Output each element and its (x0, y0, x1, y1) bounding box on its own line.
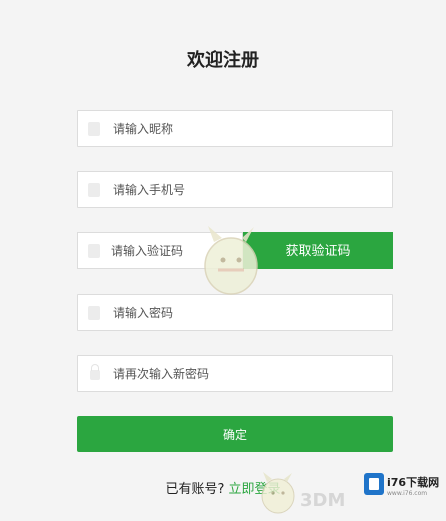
brand-watermark: 3DM (300, 490, 346, 511)
register-page: 欢迎注册 获取验证码 确定 已有账号? 立即登录 (0, 0, 446, 521)
confirm-password-input[interactable] (113, 356, 383, 391)
submit-button[interactable]: 确定 (77, 416, 393, 452)
phone-icon (88, 183, 100, 197)
site-watermark: i76下载网 www.i76.com (358, 465, 442, 507)
site-url: www.i76.com (387, 490, 428, 497)
phone-input[interactable] (113, 172, 383, 207)
lock-icon (90, 364, 100, 380)
phone-field[interactable] (77, 171, 393, 208)
nickname-field[interactable] (77, 110, 393, 147)
site-logo-icon (364, 473, 384, 495)
shield-icon (88, 244, 100, 258)
site-name: i76下载网 (387, 476, 440, 489)
user-icon (88, 122, 100, 136)
password-input[interactable] (113, 295, 383, 330)
nickname-input[interactable] (113, 111, 383, 146)
lock-icon (88, 306, 100, 320)
confirm-password-field[interactable] (77, 355, 393, 392)
page-title: 欢迎注册 (187, 50, 259, 71)
mascot-watermark-icon (204, 226, 258, 295)
mascot-small-watermark-icon (261, 472, 295, 514)
have-account-text: 已有账号? (165, 482, 225, 497)
